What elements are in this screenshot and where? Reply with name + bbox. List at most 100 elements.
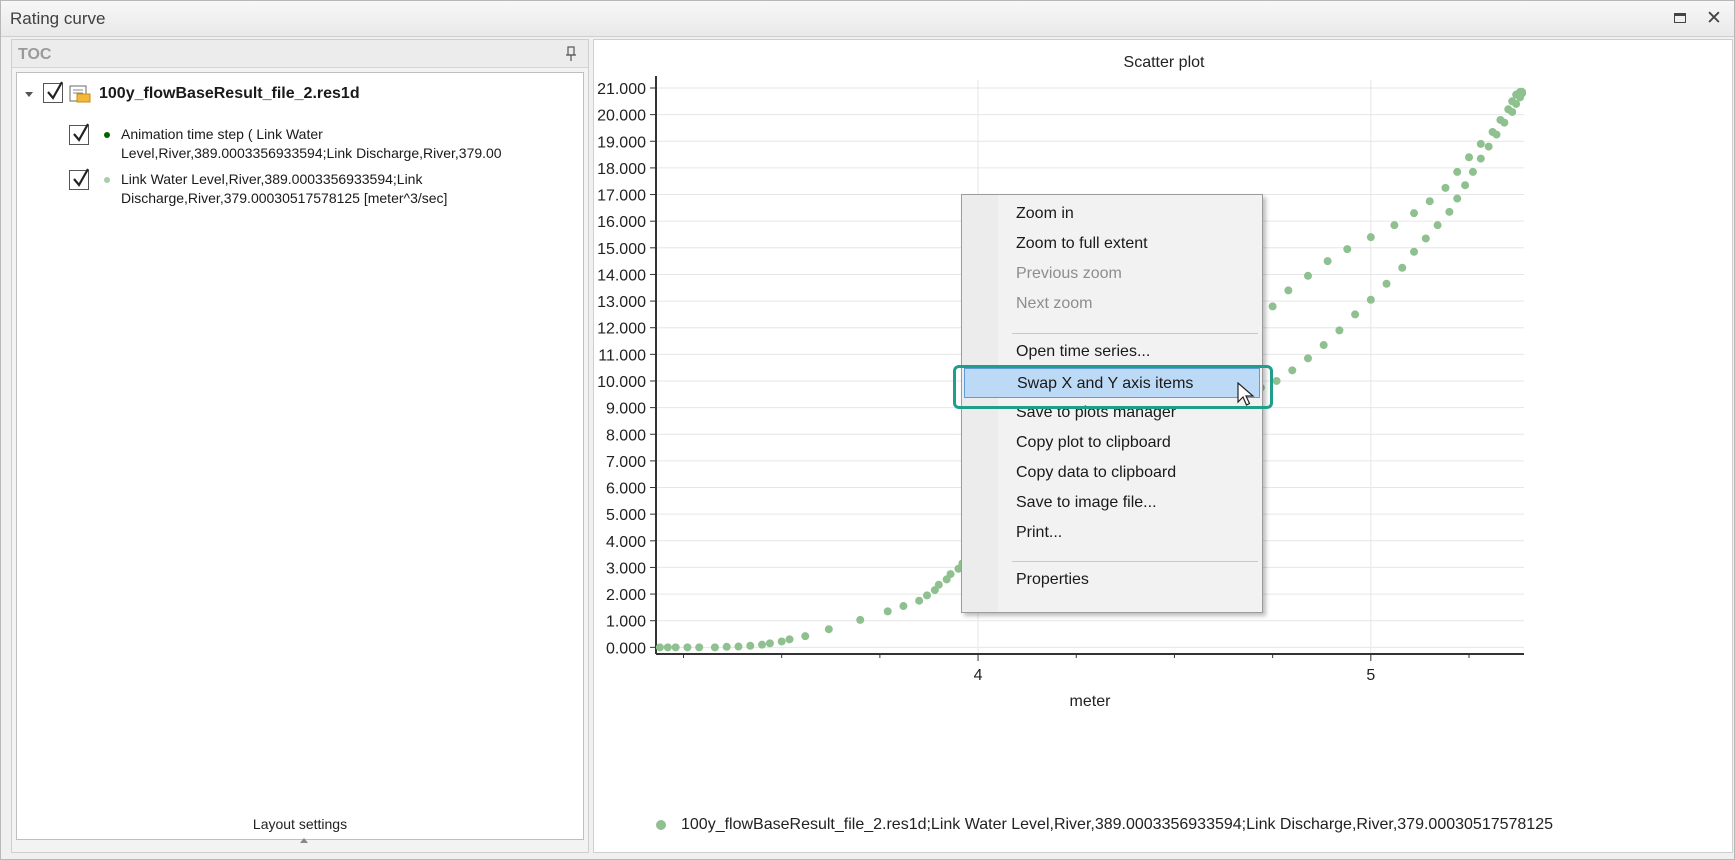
collapse-arrow-icon[interactable] xyxy=(23,88,35,100)
x-axis-label: meter xyxy=(1070,693,1112,710)
pin-icon[interactable] xyxy=(564,45,578,63)
series-checkbox[interactable] xyxy=(69,168,89,190)
expand-up-arrow-icon[interactable] xyxy=(299,836,309,844)
y-tick-label: 4.000 xyxy=(606,534,646,551)
data-point xyxy=(1484,142,1493,151)
menu-print[interactable]: Print... xyxy=(964,518,1260,548)
y-tick-label: 8.000 xyxy=(606,427,646,444)
checkmark-icon xyxy=(47,81,63,100)
y-tick-label: 11.000 xyxy=(598,347,646,364)
x-tick-label: 4 xyxy=(974,667,983,684)
y-tick-label: 20.000 xyxy=(597,108,646,125)
y-tick-label: 13.000 xyxy=(597,294,646,311)
data-point xyxy=(1512,99,1521,108)
data-point xyxy=(1468,167,1477,176)
title-bar: Rating curve ✕ xyxy=(1,1,1734,37)
data-point xyxy=(1465,153,1474,162)
data-point xyxy=(746,641,755,650)
checkmark-icon xyxy=(73,123,89,142)
data-point xyxy=(1284,286,1293,295)
menu-save-image[interactable]: Save to image file... xyxy=(964,488,1260,518)
close-button[interactable]: ✕ xyxy=(1703,7,1725,29)
data-point xyxy=(1453,194,1462,203)
data-point xyxy=(785,635,794,644)
data-point xyxy=(671,643,680,652)
data-point xyxy=(695,643,704,652)
tree-item-animation-step[interactable]: Animation time step ( Link Water Level,R… xyxy=(69,123,581,163)
y-tick-label: 1.000 xyxy=(606,614,646,631)
maximize-button[interactable] xyxy=(1669,8,1691,28)
data-point xyxy=(1453,167,1462,176)
data-point xyxy=(1410,209,1419,218)
y-tick-label: 5.000 xyxy=(606,507,646,524)
y-tick-label: 6.000 xyxy=(606,481,646,498)
rating-curve-window: Rating curve ✕ TOC 100y_flowBaseResult_f… xyxy=(0,0,1735,860)
data-point xyxy=(1492,130,1501,139)
data-point xyxy=(734,642,743,651)
y-tick-label: 7.000 xyxy=(606,454,646,471)
layout-settings-toggle[interactable]: Layout settings xyxy=(12,816,588,832)
data-point xyxy=(915,596,924,605)
legend-label: 100y_flowBaseResult_file_2.res1d;Link Wa… xyxy=(681,816,1553,833)
close-icon: ✕ xyxy=(1706,7,1722,29)
data-point xyxy=(1319,341,1328,350)
data-point xyxy=(1390,221,1399,230)
menu-zoom-full-extent[interactable]: Zoom to full extent xyxy=(964,229,1260,259)
data-point xyxy=(710,643,719,652)
tree-root-node[interactable]: 100y_flowBaseResult_file_2.res1d xyxy=(23,81,360,105)
y-tick-label: 16.000 xyxy=(597,214,646,231)
toc-header: TOC xyxy=(12,40,588,68)
data-point xyxy=(923,591,932,600)
y-tick-label: 0.000 xyxy=(606,640,646,657)
highlight-annotation xyxy=(953,365,1273,409)
data-point xyxy=(1303,354,1312,363)
menu-open-time-series[interactable]: Open time series... xyxy=(964,337,1260,367)
menu-next-zoom: Next zoom xyxy=(1016,295,1093,312)
menu-previous-zoom: Previous zoom xyxy=(1016,265,1122,282)
data-point xyxy=(663,643,672,652)
tree-item-series[interactable]: Link Water Level,River,389.0003356933594… xyxy=(69,168,581,208)
data-point xyxy=(1425,197,1434,206)
result-file-icon xyxy=(69,85,91,103)
toc-panel: TOC 100y_flowBaseResult_file_2.res1d Ani… xyxy=(11,39,589,853)
animation-step-checkbox[interactable] xyxy=(69,123,89,145)
menu-copy-data[interactable]: Copy data to clipboard xyxy=(964,458,1260,488)
menu-properties[interactable]: Properties xyxy=(964,565,1260,595)
y-tick-label: 15.000 xyxy=(597,241,646,258)
y-tick-label: 17.000 xyxy=(597,188,646,205)
data-point xyxy=(824,625,833,634)
y-tick-label: 21.000 xyxy=(597,81,646,98)
toc-tree: 100y_flowBaseResult_file_2.res1d Animati… xyxy=(16,72,584,840)
data-point xyxy=(655,643,664,652)
root-file-label: 100y_flowBaseResult_file_2.res1d xyxy=(99,85,360,102)
y-tick-label: 3.000 xyxy=(606,560,646,577)
data-point xyxy=(946,570,955,579)
animation-step-label: Animation time step ( Link Water Level,R… xyxy=(121,126,502,161)
data-point xyxy=(1323,257,1332,266)
menu-separator xyxy=(1012,561,1258,562)
root-checkbox[interactable] xyxy=(43,81,63,103)
data-point xyxy=(801,632,810,641)
legend-marker xyxy=(656,820,666,830)
data-point xyxy=(899,602,908,611)
menu-zoom-in[interactable]: Zoom in xyxy=(964,199,1260,229)
data-point xyxy=(1500,118,1509,127)
data-point xyxy=(1303,271,1312,280)
x-tick-label: 5 xyxy=(1366,667,1375,684)
data-point xyxy=(1366,233,1375,242)
data-point xyxy=(1268,302,1277,311)
data-point xyxy=(722,642,731,651)
data-point xyxy=(1445,207,1454,216)
data-point xyxy=(1461,181,1470,190)
data-point xyxy=(1433,221,1442,230)
data-point xyxy=(1516,93,1525,102)
data-point xyxy=(1272,376,1281,385)
menu-separator xyxy=(1012,333,1258,334)
data-point xyxy=(683,643,692,652)
series-dot-icon xyxy=(93,170,121,190)
maximize-icon xyxy=(1674,13,1686,23)
series-label: Link Water Level,River,389.0003356933594… xyxy=(121,171,448,206)
data-point xyxy=(1382,279,1391,288)
menu-copy-plot[interactable]: Copy plot to clipboard xyxy=(964,428,1260,458)
data-point xyxy=(1366,295,1375,304)
